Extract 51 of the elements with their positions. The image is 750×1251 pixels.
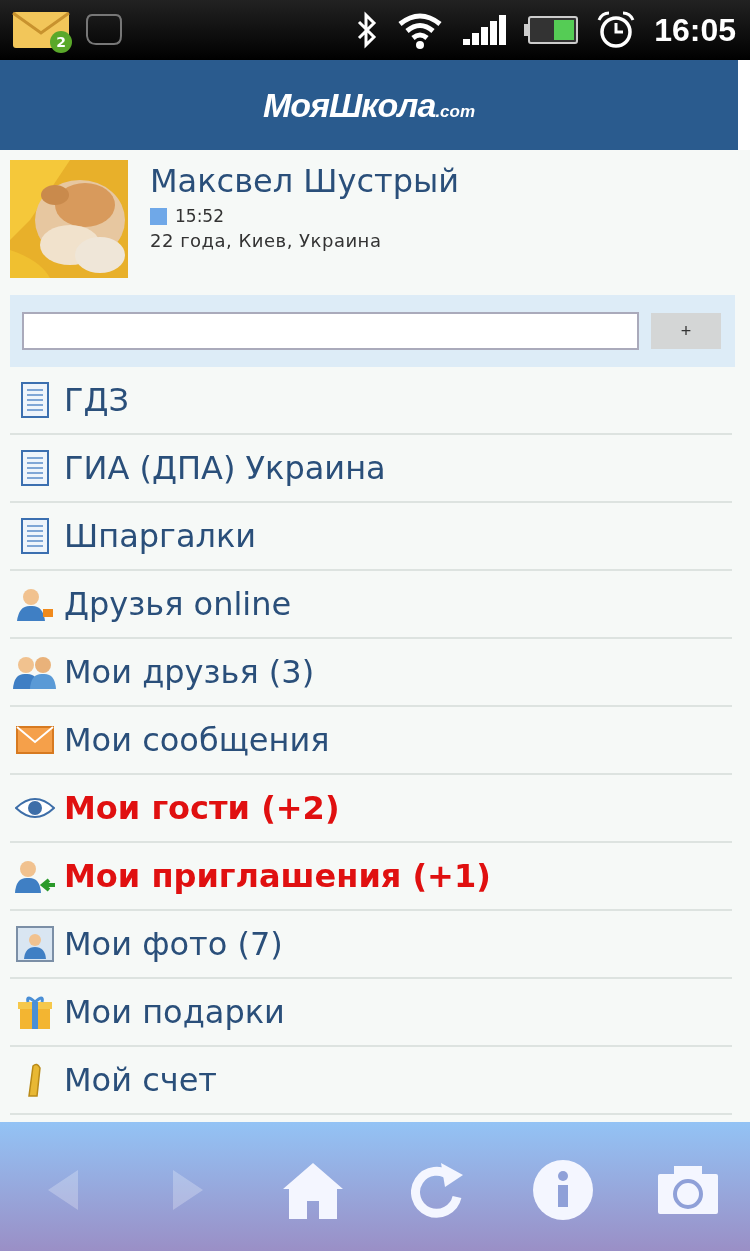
menu-item[interactable]: Мои фото (7) [10,911,732,979]
envelope-icon [16,726,54,754]
menu-item[interactable]: Мой счет [10,1047,732,1115]
document-icon [20,518,50,554]
menu-item[interactable]: ГИА (ДПА) Украина [10,435,732,503]
menu-item[interactable]: Шпаргалки [10,503,732,571]
logo-suffix: .com [435,101,476,122]
menu-item-label: Шпаргалки [64,517,257,555]
profile-details: 22 года, Киев, Украина [150,230,383,251]
profile-name[interactable]: Максвел Шустрый [150,162,460,200]
home-icon[interactable] [282,1160,343,1219]
menu-item-label: Мой счет [64,1061,217,1099]
menu-item-label: ГИА (ДПА) Украина [64,449,386,487]
menu-item-label: Мои друзья (3) [64,653,315,691]
site-logo[interactable]: МояШкола [262,85,436,125]
menu-item[interactable]: Мои гости (+2) [10,775,732,843]
menu-item-label: Мои фото (7) [64,925,283,963]
add-button[interactable]: + [651,313,721,349]
signal-icon [462,15,507,45]
bluetooth-icon [356,10,379,50]
menu-item-label: ГДЗ [64,381,130,419]
menu-item[interactable]: Мои подарки [10,979,732,1047]
portrait-frame-icon [16,926,54,962]
person-icon [17,587,53,621]
envelope-icon [12,11,70,49]
menu-item[interactable]: Мои друзья (3) [10,639,732,707]
menu-item-label: Мои гости (+2) [64,789,340,827]
menu-item[interactable]: Друзья online [10,571,732,639]
menu-item-label: Мои подарки [64,993,285,1031]
eye-icon [15,796,55,820]
clock-time: 16:05 [654,11,736,49]
last-seen-time: 15:52 [175,206,224,226]
notification-badge: 2 [50,31,72,53]
online-status-icon [150,207,167,225]
menu-item[interactable]: Мои сообщения [10,707,732,775]
refresh-icon[interactable] [410,1160,465,1219]
document-icon [20,450,50,486]
battery-icon [524,16,579,44]
two-people-icon [13,655,57,689]
document-icon [20,382,50,418]
menu-item[interactable]: Мои приглашения (+1) [10,843,732,911]
menu-item-label: Друзья online [64,585,292,623]
alarm-clock-icon [596,10,637,50]
menu-item-label: Мои сообщения [64,721,330,759]
gift-icon [18,994,52,1030]
menu-item-label: Мои приглашения (+1) [64,857,491,895]
camera-icon[interactable] [657,1165,718,1214]
person-arrow-icon [15,859,55,893]
status-input-field[interactable] [22,312,639,350]
menu-item[interactable]: ГДЗ [10,367,732,435]
info-icon[interactable] [531,1158,594,1221]
